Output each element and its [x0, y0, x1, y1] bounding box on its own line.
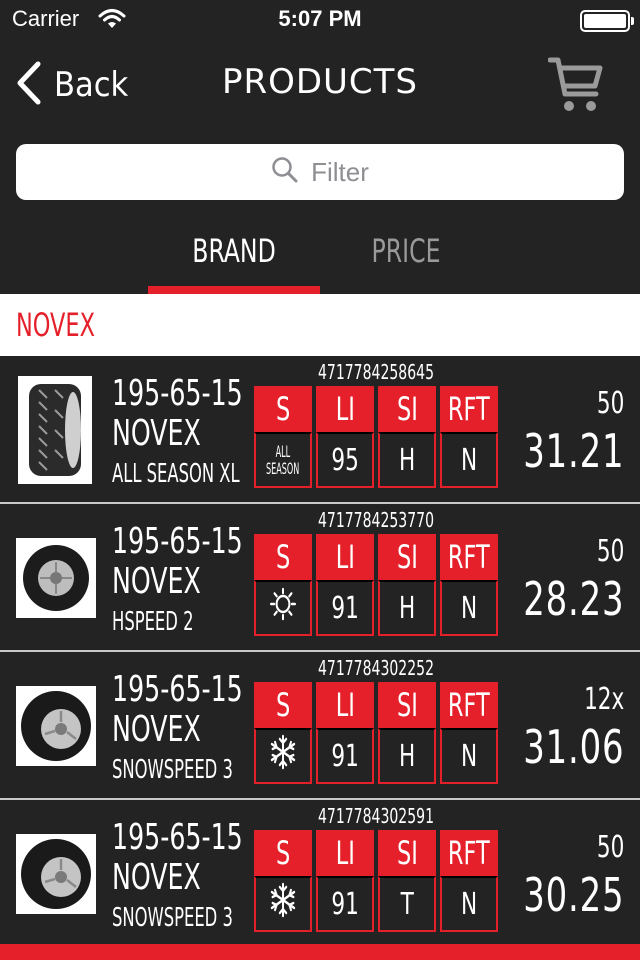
runflat-header: RFT	[440, 534, 498, 580]
tire-brand: NOVEX	[112, 413, 201, 454]
snowflake-icon	[269, 734, 298, 778]
speed-index-value: H	[378, 580, 436, 636]
tire-model: SNOWSPEED 3	[112, 903, 233, 933]
speed-index-header: SI	[378, 682, 436, 728]
search-placeholder: Filter	[311, 156, 369, 187]
spec-grid: S LI SI RFT ALL SEASON 95 H N	[254, 386, 498, 488]
load-index-header: LI	[316, 534, 374, 580]
tire-image	[16, 686, 96, 766]
load-index-value: 95	[316, 432, 374, 488]
runflat-value: N	[440, 580, 498, 636]
ean-code: 4717784258645	[317, 360, 435, 384]
load-index-header: LI	[316, 682, 374, 728]
speed-index-value: H	[378, 432, 436, 488]
stock-quantity: 12x	[583, 682, 624, 717]
stock-quantity: 50	[596, 534, 624, 569]
tire-image	[16, 538, 96, 618]
season-value	[254, 580, 312, 636]
speed-index-header: SI	[378, 534, 436, 580]
tire-size: 195-65-15	[112, 669, 243, 710]
cart-icon	[547, 57, 604, 118]
snowflake-icon	[269, 882, 298, 926]
tire-size: 195-65-15	[112, 373, 243, 414]
runflat-header: RFT	[440, 830, 498, 876]
tire-model: ALL SEASON XL	[112, 459, 240, 489]
price: 31.06	[522, 720, 624, 774]
spec-grid: S LI SI RFT 91 H N	[254, 682, 498, 784]
product-list: 195-65-15 NOVEX ALL SEASON XL 4717784258…	[0, 356, 640, 948]
tire-model: HSPEED 2	[112, 607, 194, 637]
ean-code: 4717784302252	[317, 656, 435, 680]
active-tab-indicator	[148, 286, 320, 294]
season-value	[254, 728, 312, 784]
sort-tabs: BRAND PRICE	[0, 220, 640, 294]
load-index-value: 91	[316, 580, 374, 636]
season-value	[254, 876, 312, 932]
bottom-accent-bar	[0, 944, 640, 960]
speed-index-value: H	[378, 728, 436, 784]
speed-index-header: SI	[378, 386, 436, 432]
season-value: ALL SEASON	[254, 432, 312, 488]
search-icon	[271, 156, 299, 188]
spec-grid: S LI SI RFT 91 H N	[254, 534, 498, 636]
tire-brand: NOVEX	[112, 857, 201, 898]
ean-code: 4717784302591	[317, 804, 435, 828]
runflat-header: RFT	[440, 386, 498, 432]
status-bar: Carrier 5:07 PM	[0, 0, 640, 40]
product-row[interactable]: 195-65-15 NOVEX ALL SEASON XL 4717784258…	[0, 356, 640, 504]
tire-brand: NOVEX	[112, 709, 201, 750]
product-row[interactable]: 195-65-15 NOVEX SNOWSPEED 3 471778430225…	[0, 652, 640, 800]
load-index-value: 91	[316, 876, 374, 932]
season-header: S	[254, 830, 312, 876]
tire-model: SNOWSPEED 3	[112, 755, 233, 785]
tire-brand: NOVEX	[112, 561, 201, 602]
runflat-value: N	[440, 728, 498, 784]
tire-image	[16, 834, 96, 914]
battery-icon	[580, 10, 634, 32]
product-row[interactable]: 195-65-15 NOVEX HSPEED 2 4717784253770 S…	[0, 504, 640, 652]
season-header: S	[254, 386, 312, 432]
tire-size: 195-65-15	[112, 817, 243, 858]
navigation-bar: Back PRODUCTS	[0, 40, 640, 128]
sun-icon	[269, 587, 296, 629]
price: 28.23	[522, 572, 624, 626]
tab-brand[interactable]: BRAND	[163, 232, 304, 270]
search-input[interactable]: Filter	[16, 144, 624, 200]
season-header: S	[254, 682, 312, 728]
tire-image	[18, 376, 92, 484]
tire-size: 195-65-15	[112, 521, 243, 562]
price: 31.21	[522, 424, 624, 478]
spec-grid: S LI SI RFT 91 T N	[254, 830, 498, 932]
runflat-value: N	[440, 876, 498, 932]
ean-code: 4717784253770	[317, 508, 435, 532]
product-row[interactable]: 195-65-15 NOVEX SNOWSPEED 3 471778430259…	[0, 800, 640, 948]
tab-price[interactable]: PRICE	[335, 232, 476, 270]
load-index-header: LI	[316, 830, 374, 876]
price: 30.25	[522, 868, 624, 922]
runflat-header: RFT	[440, 682, 498, 728]
stock-quantity: 50	[596, 386, 624, 421]
speed-index-header: SI	[378, 830, 436, 876]
cart-button[interactable]	[547, 56, 604, 118]
speed-index-value: T	[378, 876, 436, 932]
section-label: NOVEX	[16, 306, 95, 344]
load-index-value: 91	[316, 728, 374, 784]
section-header: NOVEX	[0, 294, 640, 356]
stock-quantity: 50	[596, 830, 624, 865]
clock: 5:07 PM	[278, 6, 362, 31]
runflat-value: N	[440, 432, 498, 488]
page-title: PRODUCTS	[221, 62, 419, 102]
load-index-header: LI	[316, 386, 374, 432]
season-header: S	[254, 534, 312, 580]
